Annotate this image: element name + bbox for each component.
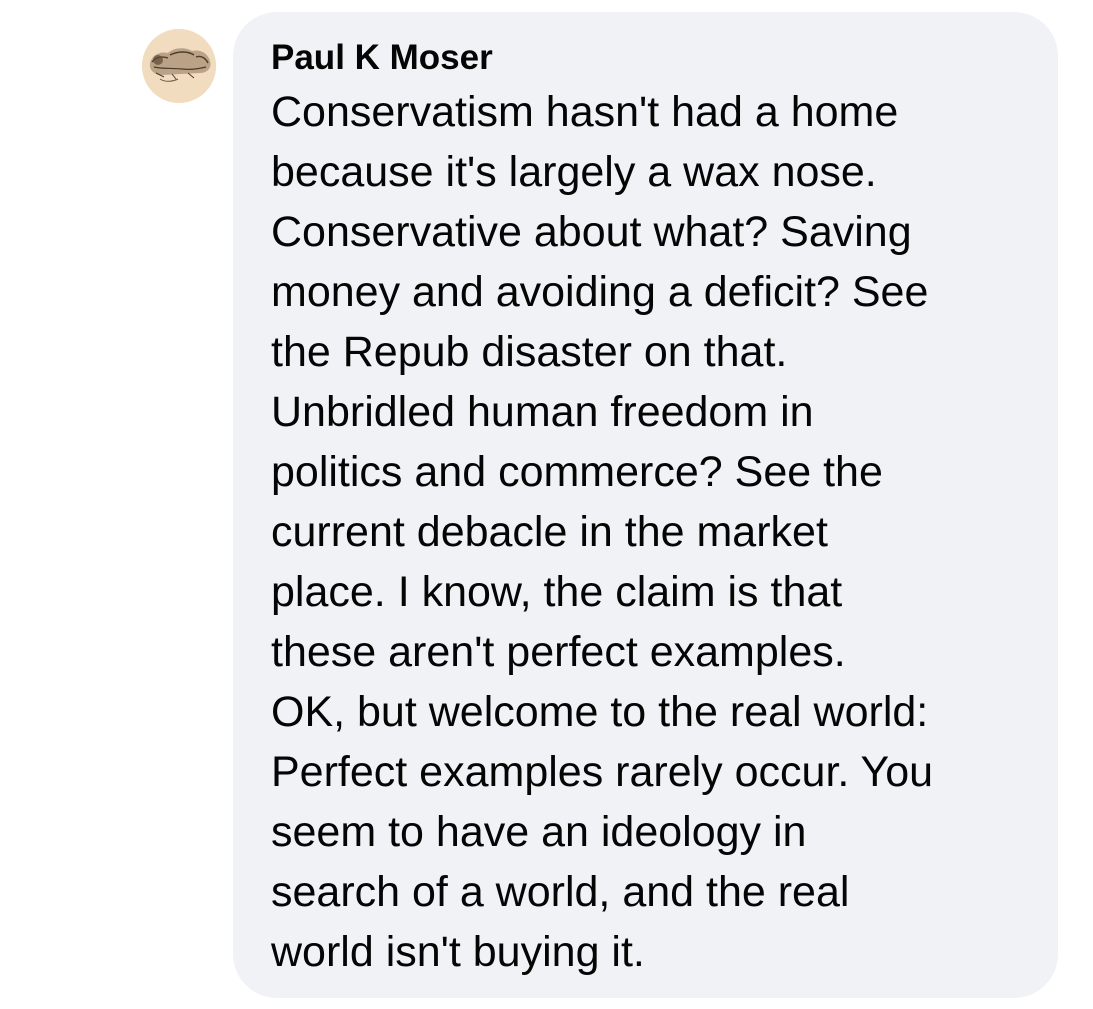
comment-line: money and avoiding a deficit? See [271,268,929,316]
comment-line: Unbridled human freedom in [271,388,814,436]
comment-line: seem to have an ideology in [271,808,807,856]
comment-line: place. I know, the claim is that [271,568,843,616]
comment-line: search of a world, and the real [271,868,850,916]
comment-line: world isn't buying it. [271,928,645,976]
profile-avatar[interactable] [142,29,216,103]
comment-author-name[interactable]: Paul K Moser [271,36,1028,80]
comment-line: current debacle in the market [271,508,828,556]
comment-line: because it's largely a wax nose. [271,148,877,196]
comment-line: Conservatism hasn't had a home [271,88,899,136]
comment-line: OK, but welcome to the real world: [271,688,929,736]
comment-line: these aren't perfect examples. [271,628,846,676]
comment-bubble: Paul K Moser Conservatism hasn't had a h… [233,12,1058,998]
comment-text: Conservatism hasn't had a home because i… [271,82,1028,982]
comment-line: politics and commerce? See the [271,448,883,496]
comment-line: the Repub disaster on that. [271,328,788,376]
comment-line: Perfect examples rarely occur. You [271,748,934,796]
lion-drawing-icon [142,29,216,103]
comment-line: Conservative about what? Saving [271,208,912,256]
